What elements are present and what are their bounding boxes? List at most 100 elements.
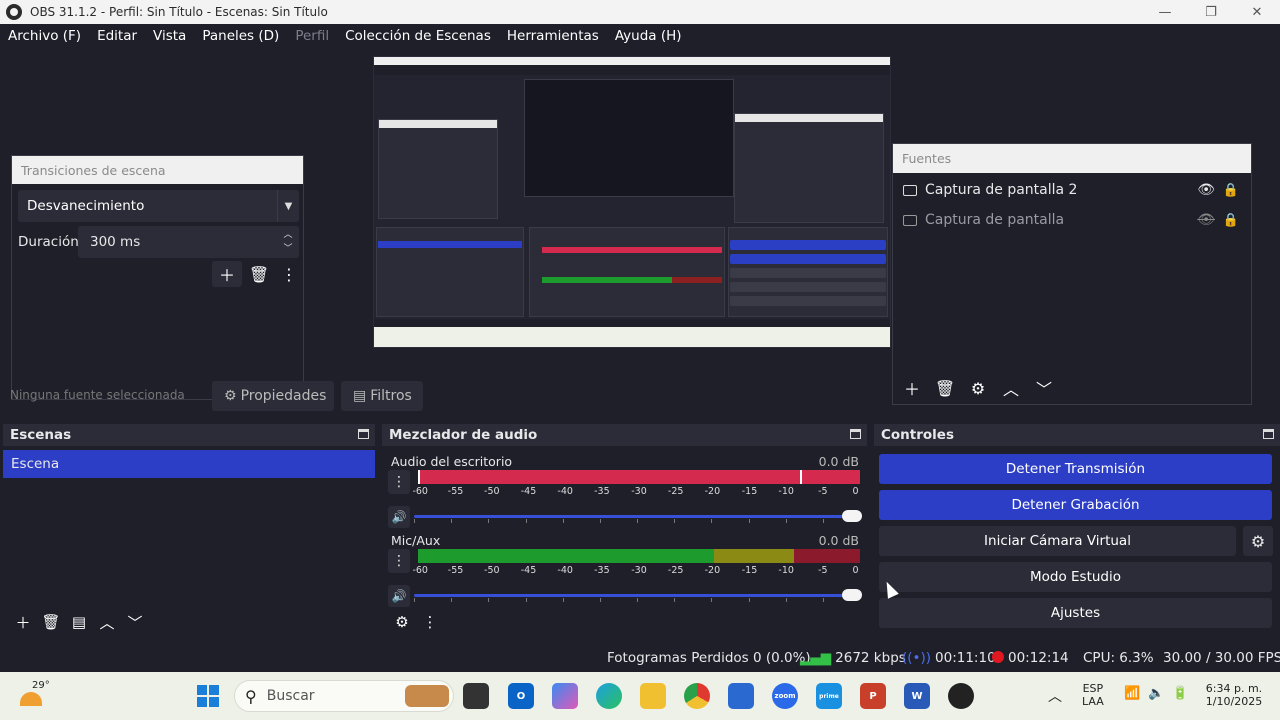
obs-icon[interactable]	[948, 683, 974, 709]
menu-paneles[interactable]: Paneles (D)	[202, 28, 279, 44]
lock-icon[interactable]: 🔒	[1223, 213, 1239, 228]
clock[interactable]: 6:34 p. m. 1/10/2025	[1200, 682, 1268, 708]
menu-herramientas[interactable]: Herramientas	[507, 28, 599, 44]
move-up-icon[interactable]: ︿	[93, 610, 121, 634]
prime-video-icon[interactable]: prime	[816, 683, 842, 709]
add-icon[interactable]: ＋	[212, 261, 242, 287]
volume-slider[interactable]	[414, 510, 862, 523]
source-label: Captura de pantalla	[925, 212, 1065, 228]
move-down-icon[interactable]: ﹀	[121, 610, 149, 634]
preview-mini-btn-2	[730, 254, 886, 264]
language-bottom: LAA	[1082, 695, 1104, 708]
duration-input[interactable]: 300 ms ︿ ﹀	[78, 226, 299, 258]
volume-icon[interactable]: 🔈	[1148, 686, 1164, 701]
windows-icon[interactable]	[195, 683, 221, 709]
transition-select[interactable]: Desvanecimiento ▼	[18, 190, 299, 222]
channel-menu-icon[interactable]: ⋮	[388, 470, 410, 494]
preview-mini-btn-1	[730, 240, 886, 250]
mixer-toolbar: ⚙ ⋮	[388, 610, 444, 634]
meter-fill-green	[418, 549, 715, 563]
powerpoint-icon[interactable]: P	[860, 683, 886, 709]
tick-label: -15	[741, 565, 758, 576]
undock-icon[interactable]	[358, 429, 369, 439]
search-icon: ⚲	[245, 686, 257, 706]
search-placeholder: Buscar	[266, 688, 315, 704]
task-view-icon[interactable]	[463, 683, 489, 709]
menu-perfil[interactable]: Perfil	[295, 28, 329, 44]
trash-icon[interactable]: 🗑	[244, 261, 274, 287]
outlook-icon[interactable]: O	[508, 683, 534, 709]
tick-label: 0	[852, 565, 859, 576]
settings-button[interactable]: Ajustes	[879, 598, 1272, 628]
undock-icon[interactable]	[850, 429, 861, 439]
stream-time: 00:11:10	[935, 650, 996, 666]
minimize-button[interactable]: —	[1142, 0, 1188, 24]
close-button[interactable]: ✕	[1234, 0, 1280, 24]
preview-mini-statusbar	[374, 319, 890, 327]
clock-time: 6:34 p. m.	[1205, 682, 1263, 695]
stop-streaming-button[interactable]: Detener Transmisión	[879, 454, 1272, 484]
file-explorer-icon[interactable]	[640, 683, 666, 709]
chrome-icon[interactable]	[684, 683, 710, 709]
slider-knob[interactable]	[842, 589, 862, 601]
channel-menu-icon[interactable]: ⋮	[388, 549, 410, 573]
filter-icon: ▤	[353, 388, 367, 404]
duration-spinner[interactable]: ︿ ﹀	[277, 226, 299, 258]
preview-mini-titlebar	[374, 57, 890, 65]
preview-mini-btn-3	[730, 268, 886, 278]
eye-icon[interactable]: 👁	[1197, 182, 1215, 198]
tick-label: -15	[741, 486, 758, 497]
channel-name: Audio del escritorio	[391, 454, 513, 469]
wifi-icon[interactable]: 📶	[1124, 686, 1140, 701]
undock-icon[interactable]	[1263, 429, 1274, 439]
gear-icon[interactable]: ⚙	[1243, 526, 1273, 556]
more-options-icon[interactable]: ⋮	[274, 261, 304, 287]
transitions-toolbar: ＋ 🗑 ⋮	[212, 261, 304, 287]
source-item[interactable]: Captura de pantalla 2 👁 🔒	[893, 175, 1251, 205]
chevron-down-icon[interactable]: ▼	[277, 190, 299, 222]
speaker-icon[interactable]: 🔊	[388, 585, 410, 607]
menu-coleccion-escenas[interactable]: Colección de Escenas	[345, 28, 491, 44]
source-item[interactable]: Captura de pantalla 👁 🔒	[893, 205, 1251, 235]
start-virtual-camera-button[interactable]: Iniciar Cámara Virtual	[879, 526, 1236, 556]
add-icon[interactable]: ＋	[9, 610, 37, 634]
word-icon[interactable]: W	[904, 683, 930, 709]
slider-knob[interactable]	[842, 510, 862, 522]
stop-recording-button[interactable]: Detener Grabación	[879, 490, 1272, 520]
filter-icon[interactable]: ▤	[65, 610, 93, 634]
tick-label: -40	[557, 486, 573, 497]
microsoft-store-icon[interactable]	[728, 683, 754, 709]
volume-meter	[418, 470, 860, 484]
zoom-icon[interactable]: zoom	[772, 683, 798, 709]
menu-archivo[interactable]: Archivo (F)	[8, 28, 81, 44]
menu-vista[interactable]: Vista	[153, 28, 186, 44]
lock-icon[interactable]: 🔒	[1223, 183, 1239, 198]
scene-item[interactable]: Escena	[3, 450, 375, 478]
taskbar-search[interactable]: ⚲ Buscar	[234, 680, 454, 712]
program-preview[interactable]	[373, 56, 891, 348]
chevron-up-icon[interactable]: ︿	[283, 228, 292, 242]
volume-slider[interactable]	[414, 589, 862, 602]
studio-mode-button[interactable]: Modo Estudio	[879, 562, 1272, 592]
language-indicator[interactable]: ESP LAA	[1082, 682, 1104, 708]
copilot-icon[interactable]	[552, 683, 578, 709]
menu-ayuda[interactable]: Ayuda (H)	[615, 28, 682, 44]
filters-button[interactable]: ▤ Filtros	[341, 381, 423, 411]
more-options-icon[interactable]: ⋮	[416, 610, 444, 634]
menu-editar[interactable]: Editar	[97, 28, 137, 44]
battery-icon[interactable]: 🔋	[1172, 686, 1188, 701]
advanced-audio-icon[interactable]: ⚙	[388, 610, 416, 634]
sources-title[interactable]: Fuentes	[893, 144, 1251, 173]
edge-icon[interactable]	[596, 683, 622, 709]
properties-button[interactable]: ⚙ Propiedades	[212, 381, 334, 411]
tick-label: -30	[631, 486, 647, 497]
preview-mini-btn-4	[730, 282, 886, 292]
transitions-title[interactable]: Transiciones de escena	[12, 156, 303, 184]
speaker-icon[interactable]: 🔊	[388, 506, 410, 528]
eye-hidden-icon[interactable]: 👁	[1197, 212, 1215, 228]
show-hidden-icons-icon[interactable]: ︿	[1048, 686, 1062, 706]
chevron-down-icon[interactable]: ﹀	[283, 242, 292, 256]
weather-widget[interactable]: 29°	[20, 678, 50, 714]
maximize-button[interactable]: ❐	[1188, 0, 1234, 24]
trash-icon[interactable]: 🗑	[37, 610, 65, 634]
